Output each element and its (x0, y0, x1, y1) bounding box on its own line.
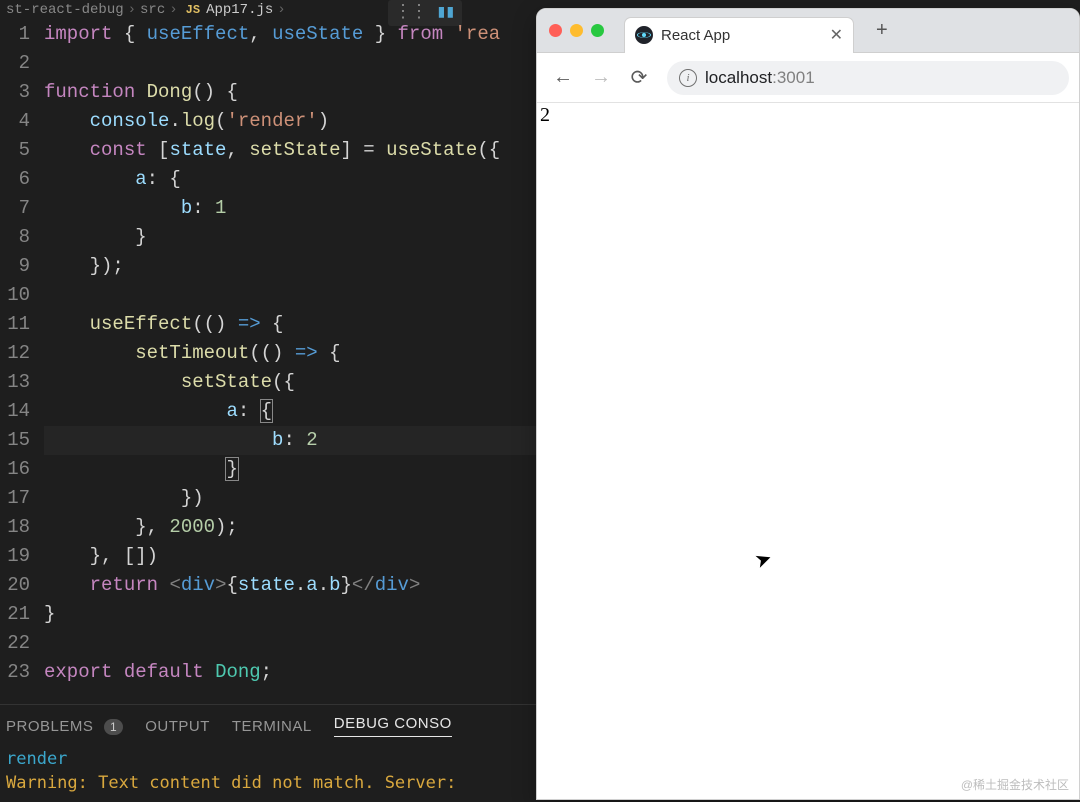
breadcrumb-folder[interactable]: st-react-debug (6, 2, 124, 18)
tab-output[interactable]: OUTPUT (145, 718, 210, 735)
forward-button[interactable]: → (585, 62, 617, 94)
line-number: 16 (0, 455, 30, 484)
console-line: render (6, 747, 530, 771)
code-line[interactable]: }); (44, 252, 536, 281)
code-line[interactable]: useEffect(() => { (44, 310, 536, 339)
line-number: 11 (0, 310, 30, 339)
address-bar[interactable]: i localhost:3001 (667, 61, 1069, 95)
code-line[interactable] (44, 629, 536, 658)
react-favicon-icon (635, 26, 653, 44)
line-number: 10 (0, 281, 30, 310)
browser-window: React App ✕ + ← → ⟳ i localhost:3001 2 ➤… (536, 8, 1080, 800)
code-line[interactable]: b: 1 (44, 194, 536, 223)
breadcrumb-file[interactable]: App17.js (206, 2, 273, 18)
site-info-icon[interactable]: i (679, 69, 697, 87)
code-line[interactable]: a: { (44, 165, 536, 194)
bottom-panel: PROBLEMS 1 OUTPUT TERMINAL DEBUG CONSO r… (0, 704, 536, 802)
line-number: 3 (0, 78, 30, 107)
line-number: 20 (0, 571, 30, 600)
code-content[interactable]: import { useEffect, useState } from 'rea… (44, 20, 536, 704)
code-line[interactable]: setTimeout(() => { (44, 339, 536, 368)
code-line[interactable]: }) (44, 484, 536, 513)
line-number: 2 (0, 49, 30, 78)
code-line[interactable]: const [state, setState] = useState({ (44, 136, 536, 165)
code-line[interactable]: return <div>{state.a.b}</div> (44, 571, 536, 600)
code-line[interactable]: a: { (44, 397, 536, 426)
line-number: 9 (0, 252, 30, 281)
close-tab-button[interactable]: ✕ (830, 25, 843, 45)
code-line[interactable] (44, 281, 536, 310)
browser-tab-title: React App (661, 27, 822, 44)
close-window-button[interactable] (549, 24, 562, 37)
panel-tabs: PROBLEMS 1 OUTPUT TERMINAL DEBUG CONSO (0, 705, 536, 745)
line-number: 22 (0, 629, 30, 658)
window-controls (549, 24, 604, 37)
code-line[interactable]: } (44, 455, 536, 484)
line-number: 21 (0, 600, 30, 629)
minimize-window-button[interactable] (570, 24, 583, 37)
watermark: @稀土掘金技术社区 (961, 776, 1069, 793)
line-number: 6 (0, 165, 30, 194)
line-number: 1 (0, 20, 30, 49)
tab-terminal[interactable]: TERMINAL (232, 718, 312, 735)
page-rendered-value: 2 (540, 104, 550, 126)
code-line[interactable]: console.log('render') (44, 107, 536, 136)
line-number: 8 (0, 223, 30, 252)
line-number: 14 (0, 397, 30, 426)
line-number: 23 (0, 658, 30, 687)
breadcrumb-src[interactable]: src (140, 2, 165, 18)
reload-button[interactable]: ⟳ (623, 62, 655, 94)
line-number: 12 (0, 339, 30, 368)
browser-toolbar: ← → ⟳ i localhost:3001 (537, 53, 1079, 103)
line-number: 15 (0, 426, 30, 455)
tab-problems-label: PROBLEMS (6, 718, 93, 735)
line-number: 17 (0, 484, 30, 513)
line-number: 7 (0, 194, 30, 223)
tab-debug-console[interactable]: DEBUG CONSO (334, 715, 452, 737)
maximize-window-button[interactable] (591, 24, 604, 37)
debug-console-output[interactable]: renderWarning: Text content did not matc… (0, 745, 536, 797)
code-line[interactable]: import { useEffect, useState } from 'rea (44, 20, 536, 49)
code-line[interactable]: } (44, 223, 536, 252)
problems-count-badge: 1 (104, 719, 123, 735)
console-line: Warning: Text content did not match. Ser… (6, 771, 530, 795)
url-host: localhost (705, 68, 772, 87)
browser-tab[interactable]: React App ✕ (624, 17, 854, 53)
js-file-icon: JS (186, 3, 200, 17)
chevron-right-icon: › (169, 2, 177, 18)
url-port: :3001 (772, 68, 815, 87)
mouse-cursor-icon: ➤ (751, 545, 775, 574)
code-line[interactable]: setState({ (44, 368, 536, 397)
code-line[interactable]: function Dong() { (44, 78, 536, 107)
code-line[interactable] (44, 49, 536, 78)
line-number: 5 (0, 136, 30, 165)
chevron-right-icon: › (128, 2, 136, 18)
code-line[interactable]: }, []) (44, 542, 536, 571)
code-area[interactable]: 1234567891011121314151617181920212223 im… (0, 20, 536, 704)
line-number: 18 (0, 513, 30, 542)
tab-problems[interactable]: PROBLEMS 1 (6, 718, 123, 735)
line-number: 13 (0, 368, 30, 397)
code-line[interactable]: } (44, 600, 536, 629)
code-line[interactable]: }, 2000); (44, 513, 536, 542)
browser-titlebar: React App ✕ + (537, 9, 1079, 53)
code-line[interactable]: export default Dong; (44, 658, 536, 687)
new-tab-button[interactable]: + (876, 19, 888, 42)
back-button[interactable]: ← (547, 62, 579, 94)
browser-viewport[interactable]: 2 ➤ @稀土掘金技术社区 (537, 103, 1079, 799)
line-number-gutter: 1234567891011121314151617181920212223 (0, 20, 44, 704)
line-number: 19 (0, 542, 30, 571)
line-number: 4 (0, 107, 30, 136)
chevron-right-icon: › (277, 2, 285, 18)
code-editor: st-react-debug › src › JS App17.js › ⋮⋮ … (0, 0, 536, 802)
